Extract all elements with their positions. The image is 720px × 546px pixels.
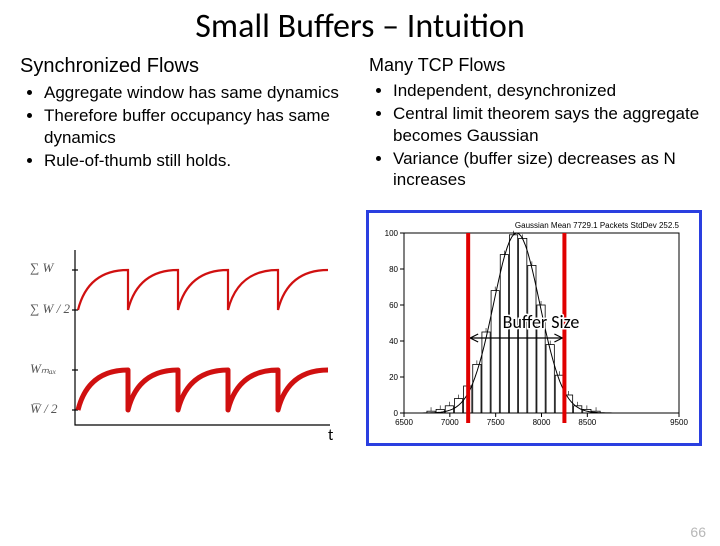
slide-title: Small Buffers – Intuition: [0, 6, 720, 47]
svg-text:8500: 8500: [578, 418, 596, 427]
sawtooth-chart: ∑ W ∑ W / 2 Wₘₐₓ W̅ / 2 t: [30, 210, 350, 440]
page-number: 66: [690, 524, 706, 540]
svg-text:9500: 9500: [670, 418, 688, 427]
svg-text:8000: 8000: [533, 418, 551, 427]
svg-text:7500: 7500: [487, 418, 505, 427]
svg-text:100: 100: [385, 229, 399, 238]
svg-text:6500: 6500: [395, 418, 413, 427]
buffer-size-label: Buffer Size: [503, 311, 580, 333]
ytick-sumW2: ∑ W / 2: [30, 301, 70, 316]
left-bullet: Rule-of-thumb still holds.: [44, 150, 351, 171]
right-bullet: Independent, desynchronized: [393, 80, 700, 101]
right-column: Many TCP Flows Independent, desynchroniz…: [369, 55, 700, 192]
aggregate-sawtooth: [78, 270, 328, 310]
left-bullets: Aggregate window has same dynamics There…: [26, 82, 351, 171]
ytick-Wbar2: W̅ / 2: [30, 401, 58, 416]
ytick-sumW: ∑ W: [30, 260, 55, 275]
figure-row: ∑ W ∑ W / 2 Wₘₐₓ W̅ / 2 t Gaussian Mean …: [0, 192, 720, 446]
ytick-Wmax: Wₘₐₓ: [30, 361, 57, 376]
text-columns: Synchronized Flows Aggregate window has …: [0, 55, 720, 192]
svg-text:20: 20: [389, 373, 398, 382]
right-bullets: Independent, desynchronized Central limi…: [375, 80, 700, 190]
buffer-size-arrow: [470, 334, 562, 342]
left-bullet: Therefore buffer occupancy has same dyna…: [44, 105, 351, 148]
x-ticks: 6500 7000 7500 8000 8500 9500: [395, 413, 688, 427]
svg-text:60: 60: [389, 301, 398, 310]
right-bullet: Central limit theorem says the aggregate…: [393, 103, 700, 146]
svg-text:40: 40: [389, 337, 398, 346]
histogram-caption: Gaussian Mean 7729.1 Packets StdDev 252.…: [515, 221, 680, 230]
svg-text:7000: 7000: [441, 418, 459, 427]
left-column: Synchronized Flows Aggregate window has …: [20, 55, 351, 192]
gaussian-histogram: Gaussian Mean 7729.1 Packets StdDev 252.…: [366, 210, 702, 446]
y-ticks: 0 20 40 60 80 100: [385, 229, 404, 418]
left-heading: Synchronized Flows: [20, 55, 351, 78]
left-bullet: Aggregate window has same dynamics: [44, 82, 351, 103]
right-bullet: Variance (buffer size) decreases as N in…: [393, 148, 700, 191]
svg-text:80: 80: [389, 265, 398, 274]
right-heading: Many TCP Flows: [369, 55, 700, 76]
svg-text:0: 0: [394, 409, 399, 418]
x-axis-label: t: [328, 426, 334, 440]
single-flow-sawtooth: [78, 370, 328, 410]
